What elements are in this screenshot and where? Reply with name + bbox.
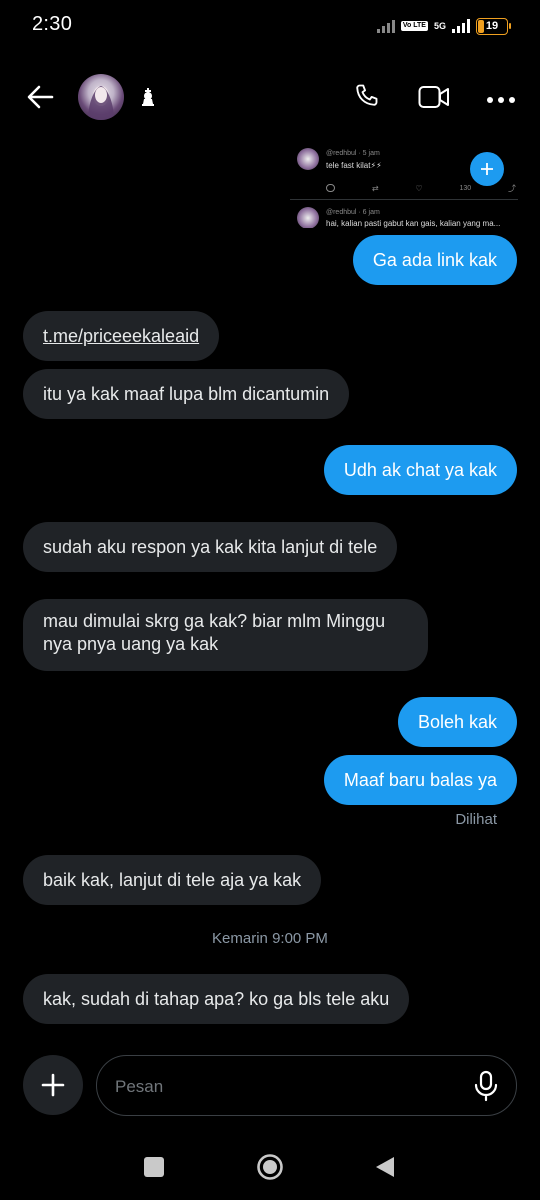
volte-badge: Vo LTE <box>400 21 428 31</box>
network-type: 5G <box>433 20 446 31</box>
chess-king-icon <box>140 88 156 106</box>
message-incoming[interactable]: itu ya kak maaf lupa blm dicantumin <box>23 369 350 419</box>
more-horizontal-icon[interactable] <box>486 92 516 110</box>
message-incoming[interactable]: mau dimulai skrg ga kak? biar mlm Minggu… <box>23 599 428 671</box>
seen-status: Dilihat <box>455 811 497 828</box>
plus-icon <box>470 152 504 186</box>
message-outgoing[interactable]: Boleh kak <box>397 697 517 747</box>
phone-icon[interactable] <box>352 82 380 115</box>
message-incoming[interactable]: baik kak, lanjut di tele aja ya kak <box>23 855 322 905</box>
preview-action-row: ⇄ ♡ 130 ⤴ <box>326 183 516 193</box>
add-media-button[interactable] <box>23 1055 83 1115</box>
message-input-box[interactable] <box>96 1055 517 1117</box>
retweet-icon: ⇄ <box>371 183 379 193</box>
heart-icon: ♡ <box>415 183 423 193</box>
preview-text-1: tele fast kilat⚡⚡ <box>326 161 382 170</box>
signal-weak-icon <box>376 19 395 33</box>
message-input[interactable] <box>113 1056 457 1117</box>
share-icon: ⤴ <box>508 183 516 193</box>
status-indicators: Vo LTE 5G 19 <box>376 16 511 36</box>
preview-avatar <box>297 207 319 228</box>
video-icon[interactable] <box>418 84 450 115</box>
avatar[interactable] <box>78 74 124 120</box>
signal-icon <box>452 19 470 33</box>
nav-back-button[interactable] <box>374 1155 396 1179</box>
date-divider: Kemarin 9:00 PM <box>212 930 328 947</box>
message-outgoing[interactable]: Maaf baru balas ya <box>323 755 517 805</box>
recent-apps-button[interactable] <box>144 1157 164 1177</box>
reply-icon <box>326 184 335 192</box>
message-outgoing[interactable]: Ga ada link kak <box>352 235 517 285</box>
view-count: 130 <box>459 184 472 192</box>
preview-user-1: @redhbul · 5 jam <box>326 150 380 157</box>
message-outgoing[interactable]: Udh ak chat ya kak <box>323 445 517 495</box>
preview-text-2: hai, kalian pasti gabut kan gais, kalian… <box>326 219 501 228</box>
home-button[interactable] <box>256 1153 284 1181</box>
preview-user-2: @redhbul · 6 jam <box>326 209 380 216</box>
arrow-left-icon[interactable] <box>26 84 54 110</box>
message-link[interactable]: t.me/priceeekaleaid <box>23 311 220 361</box>
plus-icon <box>41 1073 65 1097</box>
divider <box>290 199 518 200</box>
battery-icon: 19 <box>476 17 511 35</box>
microphone-icon[interactable] <box>472 1070 500 1107</box>
status-time: 2:30 <box>32 13 73 35</box>
shared-post-preview[interactable]: @redhbul · 5 jam tele fast kilat⚡⚡ ⇄ ♡ 1… <box>290 143 518 228</box>
message-incoming[interactable]: kak, sudah di tahap apa? ko ga bls tele … <box>23 974 410 1024</box>
message-incoming[interactable]: sudah aku respon ya kak kita lanjut di t… <box>23 522 398 572</box>
battery-level: 19 <box>485 20 499 32</box>
preview-avatar <box>297 148 319 170</box>
